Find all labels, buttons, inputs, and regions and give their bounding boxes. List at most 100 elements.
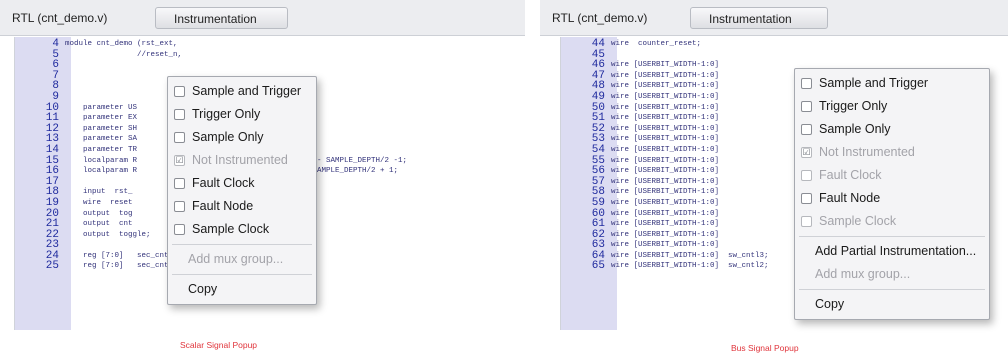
code-line: 4 module cnt_demo (rst_ext,: [15, 39, 519, 50]
menu-item-label: Fault Clock: [192, 176, 255, 190]
menu-item-copy[interactable]: Copy: [168, 278, 316, 301]
code-line: 45: [561, 49, 1002, 61]
code-text: wire [USERBIT_WIDTH-1:0]: [611, 92, 724, 101]
line-number: 4: [52, 38, 59, 50]
code-text: wire reset: [65, 198, 133, 207]
checkbox-icon: [801, 124, 812, 135]
code-text: output cnt: [65, 220, 133, 229]
menu-item-sample-and-trigger[interactable]: Sample and Trigger: [168, 80, 316, 103]
line-number: 14: [45, 143, 59, 156]
checkbox-icon: [801, 170, 812, 181]
code-line: 6: [15, 60, 519, 71]
code-text: wire [USERBIT_WIDTH-1:0]: [611, 188, 724, 197]
checkbox-icon: [801, 193, 812, 204]
menu-separator: [799, 236, 985, 237]
menu-item-copy[interactable]: Copy: [795, 293, 989, 316]
menu-item-label: Sample Only: [819, 122, 891, 136]
menu-item-label: Not Instrumented: [819, 145, 915, 159]
menu-item-not-instrumented: ☑ Not Instrumented: [168, 149, 316, 172]
scalar-signal-context-menu: Sample and Trigger Trigger Only Sample Onl…: [167, 76, 317, 305]
menu-item-sample-only[interactable]: Sample Only: [795, 118, 989, 141]
menu-separator: [172, 244, 312, 245]
checkbox-icon: [174, 132, 185, 143]
menu-item-trigger-only[interactable]: Trigger Only: [168, 103, 316, 126]
code-text: wire [USERBIT_WIDTH-1:0]: [611, 103, 724, 112]
checkbox-icon: ☑: [174, 155, 185, 166]
menu-item-label: Fault Clock: [819, 168, 882, 182]
menu-item-not-instrumented: ☑ Not Instrumented: [795, 141, 989, 164]
menu-item-label: Not Instrumented: [192, 153, 288, 167]
scalar-popup-caption: Scalar Signal Popup: [180, 340, 258, 350]
code-text: wire [USERBIT_WIDTH-1:0]: [611, 82, 724, 91]
menu-item-fault-node[interactable]: Fault Node: [168, 195, 316, 218]
line-number: 25: [45, 260, 59, 273]
code-text: wire [USERBIT_WIDTH-1:0]: [611, 167, 724, 176]
checkbox-icon: [174, 224, 185, 235]
scalar-panel: RTL (cnt_demo.v) Instrumentation 4 module…: [0, 0, 525, 330]
line-number: 44: [591, 38, 605, 50]
code-text: wire [USERBIT_WIDTH-1:0]: [611, 241, 724, 250]
menu-separator: [799, 289, 985, 290]
menu-item-sample-only[interactable]: Sample Only: [168, 126, 316, 149]
menu-item-label: Sample and Trigger: [819, 76, 929, 90]
tab-bar: RTL (cnt_demo.v) Instrumentation: [540, 0, 1008, 36]
line-number: 54: [591, 143, 605, 156]
menu-item-add-partial-instrumentation[interactable]: Add Partial Instrumentation...: [795, 240, 989, 263]
menu-item-add-mux-group: Add mux group...: [815, 267, 911, 281]
menu-item-trigger-only[interactable]: Trigger Only: [795, 95, 989, 118]
checkbox-icon: [801, 101, 812, 112]
code-text: wire counter_reset;: [611, 40, 702, 48]
menu-item-label: Sample Only: [192, 130, 264, 144]
tab-rtl-file[interactable]: RTL (cnt_demo.v): [552, 7, 647, 29]
checkbox-icon: [801, 78, 812, 89]
menu-item-label: Trigger Only: [192, 107, 261, 121]
checkbox-icon: [174, 86, 185, 97]
checkbox-icon: [174, 201, 185, 212]
tab-instrumentation[interactable]: Instrumentation: [155, 7, 288, 29]
line-number: 49: [591, 90, 605, 103]
code-text: output tog: [65, 209, 133, 218]
menu-item-label: Trigger Only: [819, 99, 888, 113]
bus-signal-context-menu: Sample and Trigger Trigger Only Sample Onl…: [794, 68, 990, 320]
tab-bar: RTL (cnt_demo.v) Instrumentation: [0, 0, 525, 36]
code-text: output toggle;: [65, 230, 151, 239]
code-line: 5 //reset_n,: [15, 49, 519, 61]
menu-item-fault-node[interactable]: Fault Node: [795, 187, 989, 210]
line-number: 65: [591, 260, 605, 273]
checkbox-icon: [174, 109, 185, 120]
code-text: wire [USERBIT_WIDTH-1:0]: [611, 135, 724, 144]
menu-item-sample-clock[interactable]: Sample Clock: [168, 218, 316, 241]
code-text: wire [USERBIT_WIDTH-1:0]: [611, 71, 724, 80]
menu-item-sample-and-trigger[interactable]: Sample and Trigger: [795, 72, 989, 95]
code-text: wire [USERBIT_WIDTH-1:0] sw_cntl3;: [611, 251, 769, 260]
tab-instrumentation[interactable]: Instrumentation: [690, 7, 828, 29]
menu-item-label: Sample Clock: [192, 222, 270, 236]
menu-item-label: Fault Node: [819, 191, 881, 205]
code-text: wire [USERBIT_WIDTH-1:0]: [611, 145, 724, 154]
menu-item-sample-clock: Sample Clock: [795, 210, 989, 233]
menu-item-add-mux-group: Add mux group...: [188, 252, 284, 266]
tab-rtl-file[interactable]: RTL (cnt_demo.v): [12, 7, 107, 29]
menu-item-label: Sample Clock: [819, 214, 897, 228]
menu-item-fault-clock[interactable]: Fault Clock: [168, 172, 316, 195]
line-number: 9: [52, 90, 59, 103]
code-text: parameter EX: [65, 114, 138, 123]
checkbox-icon: [174, 178, 185, 189]
code-text: wire [USERBIT_WIDTH-1:0]: [611, 209, 724, 218]
menu-separator: [172, 274, 312, 275]
code-text: parameter TR: [65, 145, 138, 154]
checkbox-icon: ☑: [801, 147, 812, 158]
code-text: module cnt_demo (rst_ext,: [65, 40, 178, 48]
code-text: //reset_n,: [65, 50, 183, 59]
code-line: 44 wire counter_reset;: [561, 39, 1002, 50]
bus-popup-caption: Bus Signal Popup: [731, 343, 799, 353]
code-text: parameter SH: [65, 124, 138, 133]
menu-item-fault-clock: Fault Clock: [795, 164, 989, 187]
checkbox-icon: [801, 216, 812, 227]
code-text: wire [USERBIT_WIDTH-1:0]: [611, 230, 724, 239]
code-text: wire [USERBIT_WIDTH-1:0]: [611, 198, 724, 207]
